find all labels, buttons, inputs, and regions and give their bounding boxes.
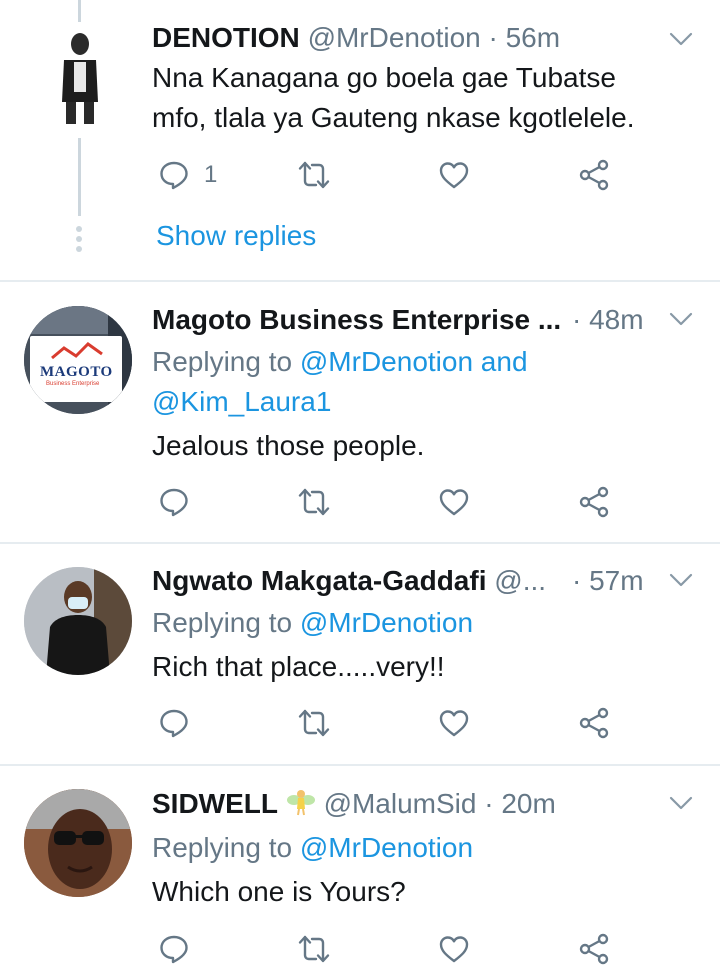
reply-button[interactable]: [158, 706, 190, 740]
share-icon: [579, 707, 609, 739]
share-button[interactable]: [578, 706, 610, 740]
share-icon: [579, 159, 609, 191]
retweet-icon: [298, 161, 330, 189]
replying-to-prefix: Replying to: [152, 832, 300, 863]
share-button[interactable]: [578, 485, 610, 519]
tweet-text-line: Nna Kanagana go boela gae Tubatse: [152, 62, 616, 93]
tweet-text: Rich that place.....very!!: [152, 651, 445, 682]
reply-icon: [160, 709, 188, 738]
retweet-icon: [298, 488, 330, 516]
retweet-button[interactable]: [298, 706, 330, 740]
timestamp: · 56m: [488, 22, 561, 53]
reply-icon: [160, 488, 188, 517]
reply-button[interactable]: 1: [158, 158, 217, 192]
avatar-denotion[interactable]: [28, 22, 132, 126]
thread-dot: [76, 236, 82, 242]
tweet-text: Which one is Yours?: [152, 876, 406, 907]
show-replies-link[interactable]: Show replies: [156, 220, 316, 252]
display-name[interactable]: Magoto Business Enterprise ...: [152, 304, 561, 335]
replying-to-prefix: Replying to: [152, 607, 300, 638]
timestamp: · 20m: [484, 788, 556, 819]
heart-icon: [439, 936, 469, 963]
tweet-text-line: mfo, tlala ya Gauteng nkase kgotlelele.: [152, 102, 635, 133]
replying-to-line2: @Kim_Laura1: [152, 382, 331, 422]
avatar-ngwato[interactable]: [24, 567, 132, 675]
divider: [0, 764, 720, 766]
timestamp: · 48m: [572, 304, 644, 335]
share-button[interactable]: [578, 158, 610, 192]
display-name[interactable]: SIDWELL: [152, 788, 278, 819]
thread-dot: [76, 246, 82, 252]
replying-to-prefix: Replying to: [152, 346, 300, 377]
tweet-header: DENOTION @MrDenotion · 56m: [152, 20, 560, 56]
like-button[interactable]: [438, 485, 470, 519]
share-button[interactable]: [578, 932, 610, 966]
thread-dot: [76, 226, 82, 232]
like-button[interactable]: [438, 706, 470, 740]
heart-icon: [439, 710, 469, 737]
replying-to: Replying to @MrDenotion: [152, 828, 473, 868]
thread-line: [78, 138, 81, 216]
avatar-sidwell[interactable]: [24, 789, 132, 897]
fairy-emoji-icon: [286, 787, 316, 817]
user-handle[interactable]: @MalumSid: [324, 788, 477, 819]
replying-to: Replying to @MrDenotion: [152, 603, 473, 643]
retweet-button[interactable]: [298, 485, 330, 519]
tweet-text: Jealous those people.: [152, 430, 425, 461]
display-name[interactable]: Ngwato Makgata-Gaddafi: [152, 565, 486, 596]
tweet-header: SIDWELL @MalumSid · 20m: [152, 786, 556, 822]
tweet-header: Ngwato Makgata-Gaddafi @...: [152, 563, 546, 599]
share-icon: [579, 933, 609, 965]
mention-link[interactable]: @MrDenotion: [300, 607, 473, 638]
retweet-button[interactable]: [298, 158, 330, 192]
avatar-magoto[interactable]: MAGOTO Business Enterprise: [24, 306, 132, 414]
user-handle[interactable]: @...: [494, 565, 546, 596]
tweet-header: Magoto Business Enterprise ...: [152, 302, 561, 338]
share-icon: [579, 486, 609, 518]
retweet-icon: [298, 935, 330, 963]
heart-icon: [439, 162, 469, 189]
reply-icon: [160, 935, 188, 964]
magoto-logo-text: MAGOTO: [40, 364, 113, 380]
reply-icon: [160, 161, 188, 190]
chevron-down-icon[interactable]: [668, 567, 694, 593]
timestamp: · 57m: [572, 565, 644, 596]
reply-button[interactable]: [158, 932, 190, 966]
mention-link[interactable]: @MrDenotion and: [300, 346, 528, 377]
like-button[interactable]: [438, 932, 470, 966]
heart-icon: [439, 489, 469, 516]
thread-line-top: [78, 0, 81, 22]
divider: [0, 280, 720, 282]
retweet-icon: [298, 709, 330, 737]
mention-link[interactable]: @Kim_Laura1: [152, 386, 331, 417]
retweet-button[interactable]: [298, 932, 330, 966]
like-button[interactable]: [438, 158, 470, 192]
chevron-down-icon[interactable]: [668, 26, 694, 52]
mention-link[interactable]: @MrDenotion: [300, 832, 473, 863]
user-handle[interactable]: @MrDenotion: [308, 22, 481, 53]
display-name[interactable]: DENOTION: [152, 22, 300, 53]
reply-button[interactable]: [158, 485, 190, 519]
reply-count: 1: [204, 161, 218, 188]
replying-to: Replying to @MrDenotion and: [152, 342, 528, 382]
magoto-logo-subtext: Business Enterprise: [46, 381, 100, 387]
chevron-down-icon[interactable]: [668, 790, 694, 816]
tweet-text: Nna Kanagana go boela gae Tubatse mfo, t…: [152, 58, 635, 138]
divider: [0, 542, 720, 544]
chevron-down-icon[interactable]: [668, 306, 694, 332]
